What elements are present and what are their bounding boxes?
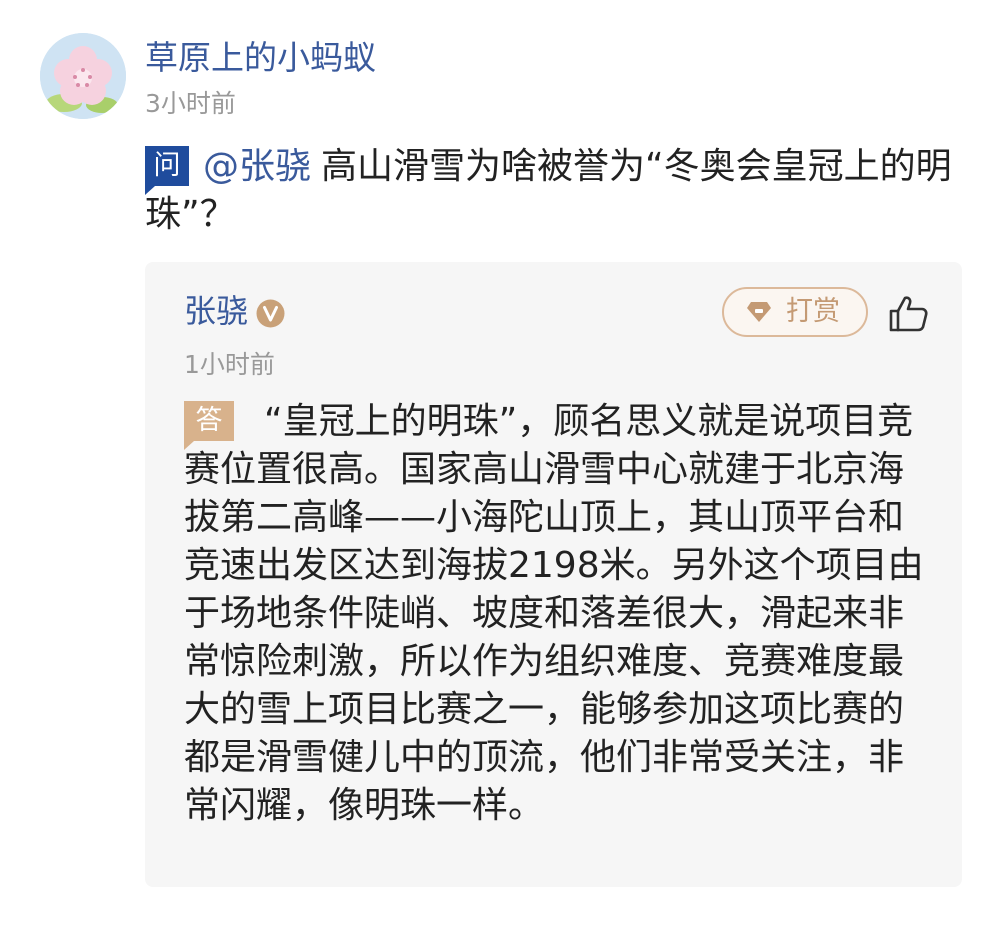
- avatar[interactable]: [40, 33, 126, 119]
- answer-text-block: 答 “皇冠上的明珠”，顾名思义就是说项目竞赛位置很高。国家高山滑雪中心就建于北京海…: [184, 398, 924, 830]
- answer-card: 张骁 打赏 1小时前 答 “皇冠上的明珠”，顾名思义就是说项目竞赛位置很高。国家高…: [145, 262, 962, 887]
- question-text-block: 问 @张骁 高山滑雪为啥被誉为“冬奥会皇冠上的明珠”？: [145, 143, 965, 239]
- answer-author[interactable]: 张骁: [184, 289, 248, 333]
- post-timestamp: 3小时前: [145, 89, 236, 118]
- gem-icon: [747, 302, 771, 322]
- answer-text: “皇冠上的明珠”，顾名思义就是说项目竞赛位置很高。国家高山滑雪中心就建于北京海拔…: [184, 401, 924, 826]
- cherry-blossom-avatar-icon: [40, 33, 126, 119]
- tip-button-label: 打赏: [786, 296, 840, 327]
- tip-button[interactable]: 打赏: [722, 287, 868, 337]
- post-username[interactable]: 草原上的小蚂蚁: [145, 36, 376, 80]
- question-badge: 问: [145, 146, 189, 195]
- question-mention-link[interactable]: @张骁: [203, 146, 311, 187]
- verified-icon: [256, 299, 285, 328]
- answer-timestamp: 1小时前: [184, 350, 275, 379]
- answer-badge: 答: [184, 401, 234, 450]
- thumbs-up-icon[interactable]: [888, 295, 930, 333]
